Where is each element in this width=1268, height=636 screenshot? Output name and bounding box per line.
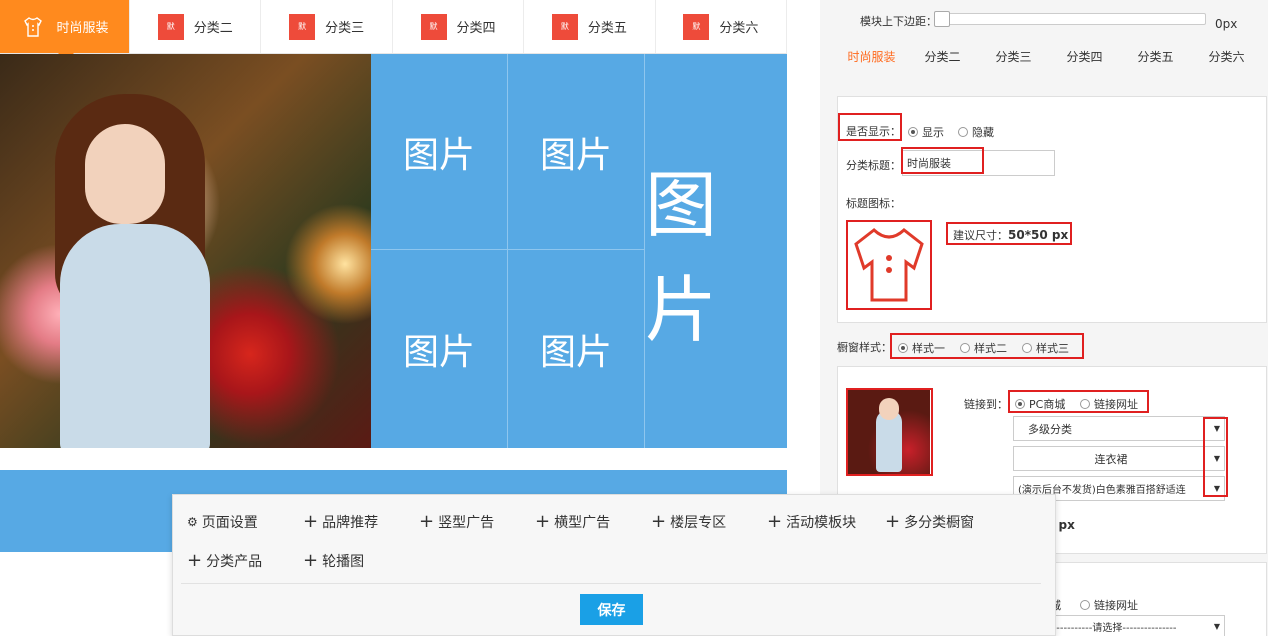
tab-category-1[interactable]: 时尚服装 [0, 0, 130, 61]
image-placeholder[interactable]: 图片 [371, 54, 508, 250]
plus-icon: + [303, 511, 319, 532]
shirt-icon [20, 14, 46, 40]
tab-category-6[interactable]: 默 分类六 [656, 0, 788, 53]
category-thumb-icon: 默 [683, 13, 710, 40]
show-radio[interactable]: 显示 [908, 124, 944, 140]
add-horizontal-ad-button[interactable]: + 横型广告 [535, 512, 610, 532]
tab-label: 分类四 [456, 21, 496, 36]
window-image-thumb[interactable] [848, 390, 930, 474]
link-url-radio[interactable]: 链接网址 [1080, 396, 1138, 412]
tab-label: 分类三 [325, 21, 365, 36]
config-tab-bar: 时尚服装 分类二 分类三 分类四 分类五 分类六 [836, 44, 1268, 70]
add-vertical-ad-button[interactable]: + 竖型广告 [419, 512, 494, 532]
plus-icon: + [187, 550, 203, 571]
add-category-products-button[interactable]: + 分类产品 [187, 551, 262, 571]
chevron-down-icon: ▼ [1213, 621, 1220, 631]
image-placeholder[interactable]: 图片 [371, 250, 508, 448]
tab-category-5[interactable]: 默 分类五 [524, 0, 656, 53]
hero-photo[interactable] [0, 54, 371, 448]
tab-config-2[interactable]: 分类二 [907, 44, 978, 70]
style-radio-3[interactable]: 样式三 [1022, 340, 1069, 356]
image-placeholder[interactable]: 图片 [508, 250, 645, 448]
tab-label: 分类二 [193, 21, 233, 36]
margin-value: 0px [1215, 17, 1238, 31]
style-radio-1[interactable]: 样式一 [898, 340, 945, 356]
margin-label: 模块上下边距： [860, 15, 937, 28]
image-placeholder-large[interactable]: 图片 [645, 54, 787, 448]
hide-radio[interactable]: 隐藏 [958, 124, 994, 140]
plus-icon: + [651, 511, 667, 532]
plus-icon: + [535, 511, 551, 532]
size-hint: 建议尺寸：50*50 px [953, 228, 1069, 242]
category-thumb-icon: 默 [157, 13, 184, 40]
page-root: 时尚服装 默 分类二 默 分类三 默 分类四 默 分类五 默 分类六 图片 图片… [0, 0, 1268, 636]
tab-category-2[interactable]: 默 分类二 [130, 0, 262, 53]
tab-label: 分类六 [719, 21, 759, 36]
page-settings-button[interactable]: ⚙ 页面设置 [187, 512, 258, 532]
link-label: 链接到： [964, 398, 1008, 411]
category-tab-bar: 时尚服装 默 分类二 默 分类三 默 分类四 默 分类五 默 分类六 [0, 0, 788, 61]
save-button[interactable]: 保存 [580, 594, 643, 625]
add-floor-button[interactable]: + 楼层专区 [651, 512, 726, 532]
plus-icon: + [419, 511, 435, 532]
plus-icon: + [767, 511, 783, 532]
plus-icon: + [303, 550, 319, 571]
tab-config-1[interactable]: 时尚服装 [836, 44, 907, 70]
tab-config-5[interactable]: 分类五 [1120, 44, 1191, 70]
add-brand-button[interactable]: + 品牌推荐 [303, 512, 378, 532]
add-activity-button[interactable]: + 活动模板块 [767, 512, 856, 532]
gear-icon: ⚙ [187, 515, 198, 529]
shirt-icon[interactable] [848, 222, 930, 308]
margin-slider[interactable] [934, 13, 1206, 25]
add-carousel-button[interactable]: + 轮播图 [303, 551, 364, 571]
image-placeholder[interactable]: 图片 [508, 54, 645, 250]
category-select[interactable]: 多级分类 ▼ [1013, 416, 1225, 441]
module-toolbar: ⚙ 页面设置 + 品牌推荐 + 竖型广告 + 横型广告 + 楼层专区 + 活动模板块 + 多分… [172, 494, 1056, 636]
style-radio-2[interactable]: 样式二 [960, 340, 1007, 356]
module-preview[interactable]: 时尚服装 默 分类二 默 分类三 默 分类四 默 分类五 默 分类六 图片 图片… [0, 0, 788, 552]
style-label: 橱窗样式： [837, 341, 892, 354]
subcategory-select[interactable]: 连衣裙 ▼ [1013, 446, 1225, 471]
tab-config-4[interactable]: 分类四 [1049, 44, 1120, 70]
show-label: 是否显示： [846, 125, 901, 138]
tab-category-4[interactable]: 默 分类四 [393, 0, 525, 53]
add-multi-category-window-button[interactable]: + 多分类橱窗 [885, 512, 974, 532]
icon-label: 标题图标： [846, 197, 901, 210]
tab-config-3[interactable]: 分类三 [978, 44, 1049, 70]
tab-label: 分类五 [587, 21, 627, 36]
tab-label: 时尚服装 [56, 21, 109, 36]
plus-icon: + [885, 511, 901, 532]
title-label: 分类标题： [846, 159, 901, 172]
tab-config-6[interactable]: 分类六 [1191, 44, 1262, 70]
category-thumb-icon: 默 [420, 13, 447, 40]
tab-category-3[interactable]: 默 分类三 [261, 0, 393, 53]
slider-handle[interactable] [934, 11, 950, 27]
link-pc-radio[interactable]: PC商城 [1015, 396, 1065, 412]
category-thumb-icon: 默 [289, 13, 316, 40]
category-thumb-icon: 默 [551, 13, 578, 40]
link2-url-radio[interactable]: 链接网址 [1080, 597, 1138, 613]
